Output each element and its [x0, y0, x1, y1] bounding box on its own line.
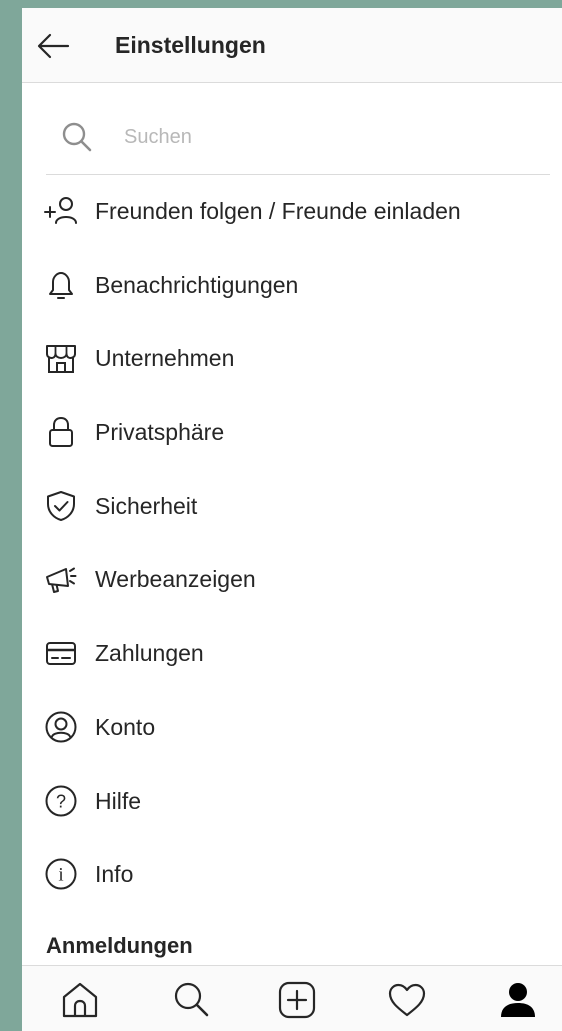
menu-item-business[interactable]: Unternehmen	[22, 321, 562, 395]
menu-item-label: Unternehmen	[95, 345, 235, 372]
search-icon	[60, 120, 94, 154]
menu-item-label: Freunden folgen / Freunde einladen	[95, 198, 461, 224]
menu-item-info[interactable]: i Info	[22, 837, 562, 911]
bottom-tab-bar	[22, 965, 562, 1031]
megaphone-icon	[44, 562, 78, 596]
help-icon: ?	[44, 784, 78, 818]
heart-icon	[388, 983, 426, 1017]
lock-icon	[44, 415, 78, 449]
account-icon	[44, 710, 78, 744]
menu-item-label: Hilfe	[95, 787, 142, 814]
search-bar	[46, 104, 550, 175]
menu-item-payments[interactable]: Zahlungen	[22, 616, 562, 690]
menu-item-label: Zahlungen	[95, 640, 204, 667]
logins-section-heading: Anmeldungen	[46, 933, 193, 958]
menu-item-notifications[interactable]: Benachrichtigungen	[22, 248, 562, 322]
search-icon	[174, 982, 209, 1017]
info-icon: i	[44, 857, 78, 891]
menu-item-help[interactable]: ? Hilfe	[22, 764, 562, 838]
bell-icon	[44, 268, 78, 302]
arrow-left-icon	[37, 33, 70, 59]
profile-icon	[501, 983, 535, 1017]
menu-item-label: Konto	[95, 713, 156, 740]
search-input[interactable]	[124, 122, 524, 152]
menu-item-label: Info	[95, 861, 134, 888]
settings-screen: Einstellungen Freunden folgen / Freunde …	[22, 8, 562, 1031]
card-icon	[44, 636, 78, 670]
tab-profile[interactable]	[496, 978, 540, 1022]
page-title: Einstellungen	[115, 32, 266, 58]
shield-icon	[44, 489, 78, 523]
add-user-icon	[44, 194, 78, 228]
menu-item-privacy[interactable]: Privatsphäre	[22, 395, 562, 469]
tab-home[interactable]	[58, 978, 102, 1022]
menu-item-account[interactable]: Konto	[22, 690, 562, 764]
menu-item-security[interactable]: Sicherheit	[22, 469, 562, 543]
menu-item-label: Sicherheit	[95, 492, 198, 519]
back-button[interactable]	[34, 26, 74, 66]
menu-item-label: Benachrichtigungen	[95, 271, 299, 298]
tab-activity[interactable]	[385, 978, 429, 1022]
svg-text:?: ?	[56, 791, 66, 811]
menu-item-ads[interactable]: Werbeanzeigen	[22, 542, 562, 616]
menu-item-label: Privatsphäre	[95, 419, 225, 446]
home-icon	[62, 982, 98, 1018]
tab-search[interactable]	[170, 978, 214, 1022]
menu-item-invite-friends[interactable]: Freunden folgen / Freunde einladen	[22, 174, 562, 248]
plus-icon	[278, 981, 316, 1019]
top-bar: Einstellungen	[22, 8, 562, 83]
menu-item-label: Werbeanzeigen	[95, 566, 256, 593]
shop-icon	[44, 341, 78, 375]
settings-menu: Freunden folgen / Freunde einladen Benac…	[22, 174, 562, 911]
tab-new-post[interactable]	[275, 978, 319, 1022]
svg-text:i: i	[58, 865, 63, 886]
